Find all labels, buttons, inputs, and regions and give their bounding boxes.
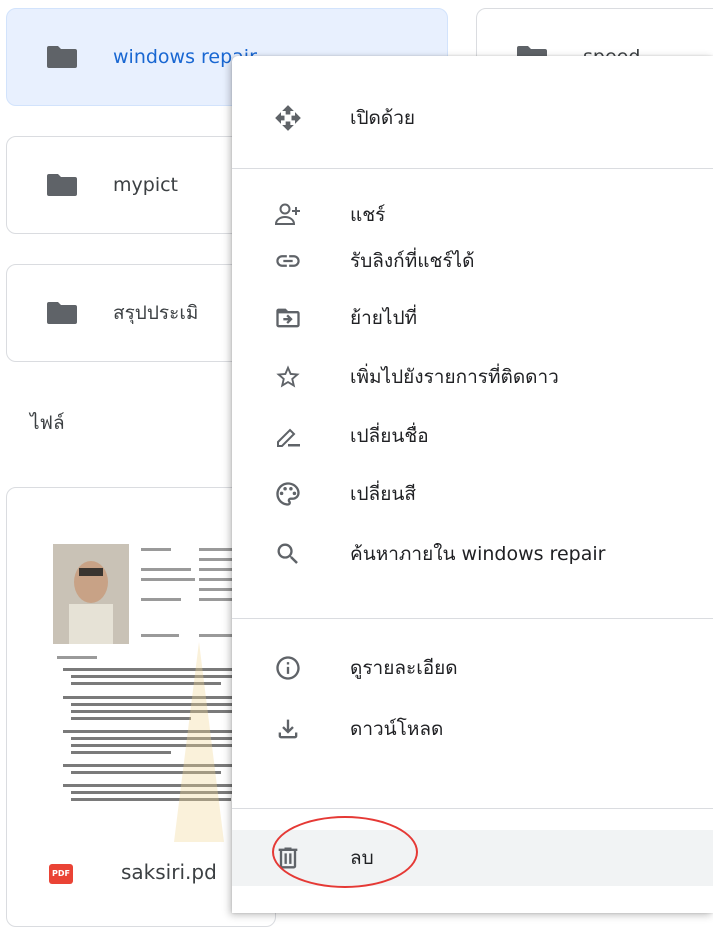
menu-item-label: เปลี่ยนสี	[350, 483, 416, 505]
folder-icon	[47, 46, 77, 68]
folder-name: mypict	[113, 174, 178, 196]
info-icon	[276, 656, 300, 680]
menu-divider	[232, 618, 713, 619]
folder-name: สรุปประเมิ	[113, 302, 199, 324]
menu-item-change-color[interactable]: เปลี่ยนสี	[232, 466, 713, 522]
menu-item-add-starred[interactable]: เพิ่มไปยังรายการที่ติดดาว	[232, 349, 713, 405]
download-icon	[278, 719, 298, 739]
menu-item-download[interactable]: ดาวน์โหลด	[232, 701, 713, 757]
menu-item-label: แชร์	[350, 204, 386, 226]
menu-item-delete[interactable]: ลบ	[232, 830, 713, 886]
menu-item-move-to[interactable]: ย้ายไปที่	[232, 290, 713, 346]
menu-item-view-details[interactable]: ดูรายละเอียด	[232, 640, 713, 696]
menu-item-label: เพิ่มไปยังรายการที่ติดดาว	[350, 366, 559, 388]
star-icon	[276, 365, 300, 388]
menu-item-label: ย้ายไปที่	[350, 307, 418, 329]
link-icon	[276, 255, 300, 267]
menu-item-search-within[interactable]: ค้นหาภายใน windows repair	[232, 526, 713, 582]
files-section-title: ไฟล์	[30, 412, 65, 434]
menu-item-label: ค้นหาภายใน windows repair	[350, 543, 606, 565]
open-with-icon	[275, 105, 301, 131]
menu-divider	[232, 168, 713, 169]
palette-icon	[276, 482, 300, 506]
menu-item-open-with[interactable]: เปิดด้วย	[232, 90, 713, 146]
menu-item-label: เปลี่ยนชื่อ	[350, 425, 429, 447]
folder-icon	[47, 302, 77, 324]
folder-icon	[47, 174, 77, 196]
menu-item-label: ดูรายละเอียด	[350, 657, 458, 679]
context-menu: เปิดด้วย แชร์ รับลิงก์ที่แชร์ได้ ย้ายไปท…	[232, 56, 713, 913]
menu-item-label: รับลิงก์ที่แชร์ได้	[350, 250, 475, 272]
pdf-icon: PDF	[49, 864, 73, 884]
trash-icon	[278, 847, 298, 869]
search-icon	[277, 543, 298, 564]
menu-item-label: เปิดด้วย	[350, 107, 416, 129]
menu-item-label: ลบ	[350, 847, 374, 869]
file-name: saksiri.pd	[121, 860, 217, 884]
menu-item-rename[interactable]: เปลี่ยนชื่อ	[232, 408, 713, 464]
share-person-add-icon	[274, 203, 300, 225]
menu-item-get-link[interactable]: รับลิงก์ที่แชร์ได้	[232, 233, 713, 289]
move-to-folder-icon	[276, 308, 300, 328]
menu-divider	[232, 808, 713, 809]
rename-pencil-icon	[277, 428, 300, 447]
menu-item-label: ดาวน์โหลด	[350, 718, 444, 740]
